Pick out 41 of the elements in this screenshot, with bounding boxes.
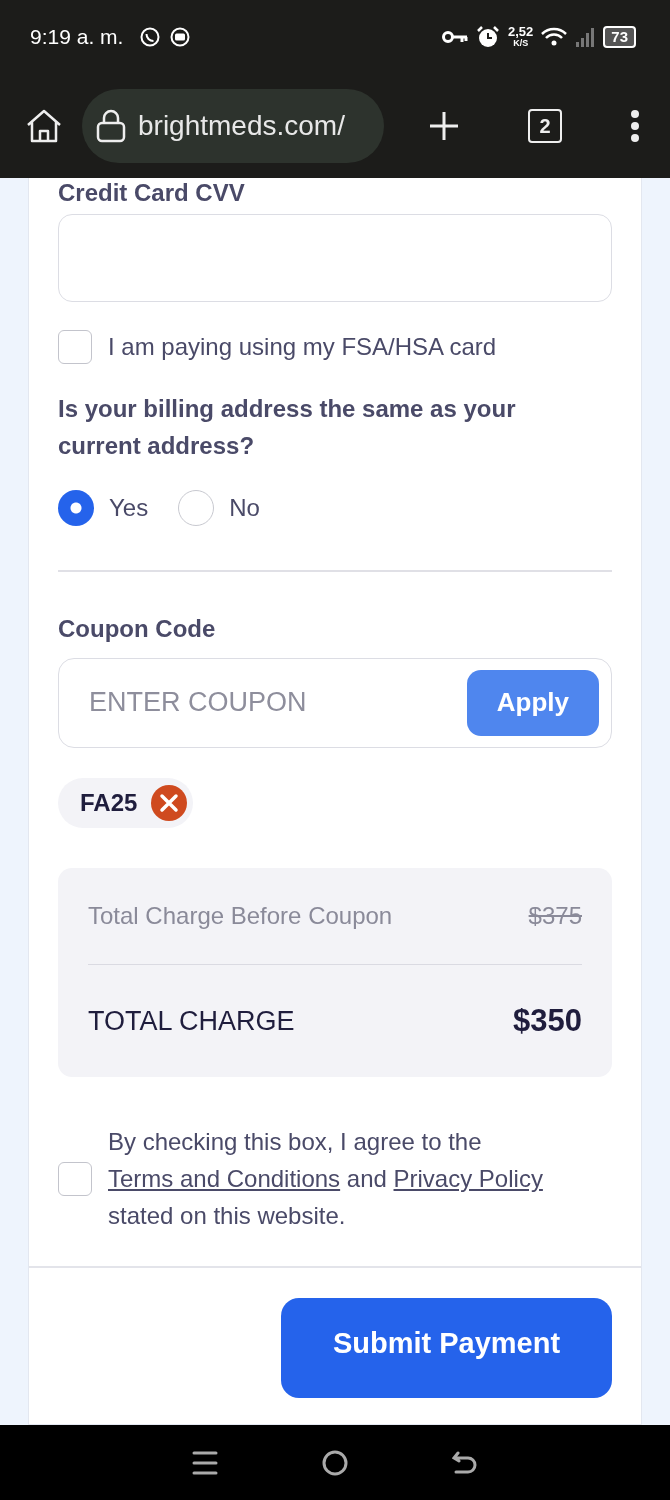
menu-icon[interactable] <box>192 1449 218 1476</box>
key-icon <box>442 30 468 44</box>
status-time: 9:19 a. m. <box>30 25 124 49</box>
original-price: $375 <box>528 901 582 930</box>
speed-unit: K/S <box>513 38 529 48</box>
submit-button[interactable]: Submit Payment <box>281 1297 612 1398</box>
summary-label: Total Charge Before Coupon <box>88 901 393 930</box>
remove-icon[interactable] <box>151 784 188 821</box>
terms-text: By checking this box, I agree to the Terms and Conditions and Privacy Policy stated on this website. <box>108 1127 544 1231</box>
checkbox-label: I am paying using my FSA/HSA card <box>108 333 497 361</box>
network-speed: 2,52 <box>508 26 534 38</box>
address-bar[interactable]: brightmeds.com/ <box>82 89 384 163</box>
apply-button[interactable]: Apply <box>466 669 599 736</box>
lock-icon <box>96 109 126 143</box>
field-label: Credit Card CVV <box>58 178 246 208</box>
battery-indicator: 73 <box>603 26 636 48</box>
url-text: brightmeds.com/ <box>138 110 345 142</box>
checkbox[interactable] <box>58 330 92 364</box>
field-label: Coupon Code <box>58 613 217 644</box>
checkbox[interactable] <box>58 1161 92 1196</box>
radio-label: Yes <box>109 494 149 522</box>
plus-icon[interactable] <box>428 110 460 142</box>
question-text: Is your billing address the same as your current address? <box>58 394 517 461</box>
tab-count-button[interactable]: 2 <box>528 109 562 143</box>
total-label: TOTAL CHARGE <box>88 1005 295 1037</box>
menu-icon[interactable] <box>630 110 640 142</box>
coupon-code: FA25 <box>80 788 138 817</box>
video-icon <box>169 26 192 48</box>
home-button-icon[interactable] <box>322 1449 348 1476</box>
wifi-icon <box>541 27 568 47</box>
coupon-input-field[interactable]: ENTER COUPON Apply <box>58 657 612 748</box>
total-price: $350 <box>513 1003 582 1039</box>
terms-link[interactable]: Terms and Conditions <box>108 1165 341 1192</box>
privacy-link[interactable]: Privacy Policy <box>393 1165 543 1192</box>
alarm-icon <box>476 25 500 49</box>
chat-icon <box>139 26 162 48</box>
cvv-input-field[interactable] <box>58 214 612 302</box>
radio-label: No <box>229 494 260 522</box>
back-icon[interactable] <box>452 1449 478 1476</box>
radio-button[interactable] <box>58 490 94 526</box>
signal-icon <box>575 27 596 47</box>
